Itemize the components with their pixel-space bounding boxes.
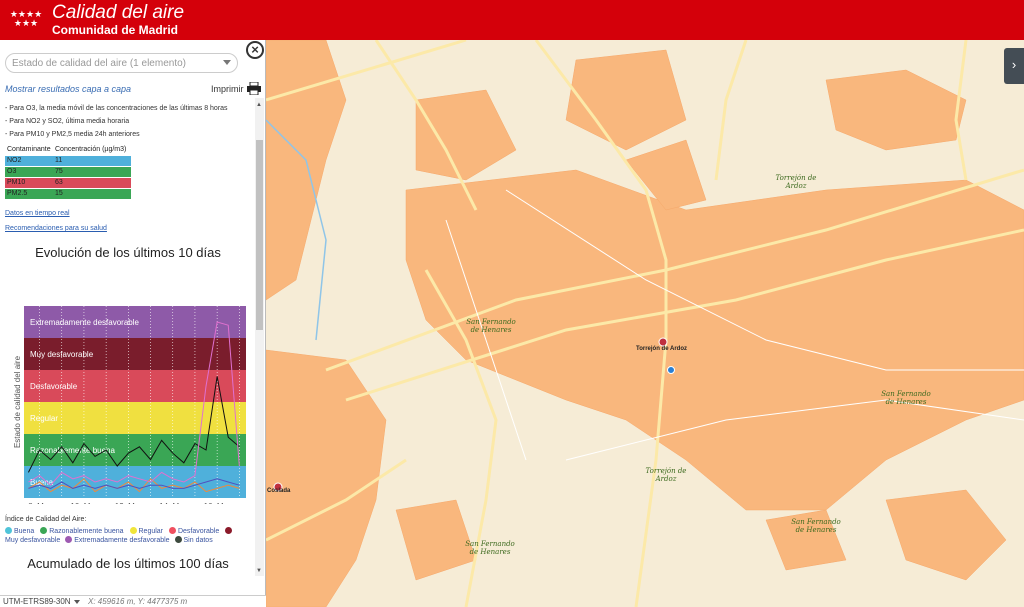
y-axis-label: Estado de calidad del aire bbox=[13, 355, 22, 448]
map-place-label: Torrejón de Ardoz bbox=[645, 467, 687, 483]
table-header: Contaminante Concentración (µg/m3) bbox=[5, 145, 131, 155]
aqi-band-label: Desfavorable bbox=[30, 382, 78, 391]
legend-dot-regular bbox=[129, 527, 137, 534]
aqi-band-label: Extremadamente desfavorable bbox=[30, 318, 140, 327]
legend-dot-razonable bbox=[40, 527, 48, 534]
x-tick-label: 8. Mar bbox=[28, 502, 51, 504]
close-panel-button[interactable]: × bbox=[246, 41, 264, 59]
panel-scroll-thumb[interactable] bbox=[256, 140, 263, 330]
expand-sidebar-button[interactable]: › bbox=[1004, 48, 1024, 84]
aqi-legend-row-2: Muy desfavorable Extremadamente desfavor… bbox=[5, 536, 213, 544]
legend-label: Muy desfavorable bbox=[5, 537, 61, 544]
x-tick-label: 12. Mar bbox=[115, 502, 142, 504]
legend-dot-muy bbox=[225, 527, 233, 534]
layer-select-value: Estado de calidad del aire (1 elemento) bbox=[12, 58, 186, 69]
aqi-band-label: Razonablemente buena bbox=[30, 446, 116, 455]
results-panel: × Estado de calidad del aire (1 elemento… bbox=[0, 40, 266, 595]
print-label[interactable]: Imprimir bbox=[211, 84, 244, 94]
station-label-coslada: Coslada bbox=[267, 488, 291, 494]
chevron-down-icon[interactable] bbox=[74, 600, 80, 604]
aqi-band bbox=[24, 466, 246, 498]
legend-dot-buena bbox=[5, 527, 12, 534]
table-row: PM10 63 bbox=[5, 178, 131, 188]
legend-label: Regular bbox=[138, 528, 164, 535]
notes-list: - Para O3, la media móvil de las concent… bbox=[5, 102, 228, 141]
pollutant-value: 11 bbox=[53, 156, 131, 166]
map-place-label: San Fernando de Henares bbox=[465, 540, 515, 556]
pollutant-value: 63 bbox=[53, 178, 131, 188]
legend-dot-desfavorable bbox=[168, 527, 176, 534]
note-pm: - Para PM10 y PM2,5 media 24h anteriores bbox=[5, 131, 140, 138]
table-row: PM2.5 15 bbox=[5, 189, 131, 199]
printer-icon[interactable] bbox=[247, 82, 261, 95]
pollutant-name: PM10 bbox=[5, 178, 53, 188]
projection-select[interactable]: UTM-ETRS89-30N bbox=[3, 597, 71, 606]
station-label-torrejon: Torrejón de Ardoz bbox=[636, 346, 687, 352]
app-header: ★★★★ ★★★ Calidad del aire Comunidad de Ma… bbox=[0, 0, 1024, 40]
x-tick-label: 10. Mar bbox=[70, 502, 97, 504]
legend-dot-extrema bbox=[65, 536, 73, 543]
table-row: O3 75 bbox=[5, 167, 131, 177]
col-header-concentration: Concentración (µg/m3) bbox=[55, 146, 127, 153]
note-no2: - Para NO2 y SO2, última media horaria bbox=[5, 118, 130, 125]
legend-label: Sin datos bbox=[183, 537, 213, 544]
scroll-up-arrow-icon[interactable]: ▲ bbox=[256, 102, 262, 108]
coordinates-bar: UTM-ETRS89-30N X: 459616 m, Y: 4477375 m bbox=[0, 595, 266, 607]
chevron-down-icon bbox=[223, 60, 231, 65]
map-view[interactable]: Torrejón de Ardoz Coslada Torrejón de Ar… bbox=[266, 40, 1024, 607]
app-title: Calidad del aire bbox=[52, 2, 185, 23]
legend-label: Extremadamente desfavorable bbox=[74, 537, 170, 544]
scroll-down-arrow-icon[interactable]: ▼ bbox=[256, 568, 262, 574]
pollutant-name: NO2 bbox=[5, 156, 53, 166]
evolution-chart: BuenaRazonablemente buenaRegularDesfavor… bbox=[13, 306, 246, 504]
station-marker-torrejon[interactable] bbox=[658, 337, 668, 347]
map-place-label: San Fernando de Henares bbox=[466, 318, 516, 334]
col-header-pollutant: Contaminante bbox=[7, 146, 51, 153]
legend-label: Desfavorable bbox=[177, 528, 220, 535]
pollutant-name: PM2.5 bbox=[5, 189, 53, 199]
map-place-label: San Fernando de Henares bbox=[881, 390, 931, 406]
aqi-legend-title: Índice de Calidad del Aire: bbox=[5, 516, 87, 523]
chart2-title: Acumulado de los últimos 100 días bbox=[27, 556, 229, 571]
map-place-label: Torrejón de Ardoz bbox=[775, 174, 817, 190]
pollutant-name: O3 bbox=[5, 167, 53, 177]
pollutant-table: Contaminante Concentración (µg/m3) NO2 1… bbox=[5, 145, 131, 200]
madrid-stars-logo: ★★★★ ★★★ bbox=[9, 9, 43, 28]
show-results-link[interactable]: Mostrar resultados capa a capa bbox=[5, 84, 131, 94]
legend-label: Buena bbox=[14, 528, 35, 535]
x-tick-label: 14. Mar bbox=[159, 502, 186, 504]
table-row: NO2 11 bbox=[5, 156, 131, 166]
legend-dot-sin-datos bbox=[174, 536, 182, 543]
current-location-marker[interactable] bbox=[667, 366, 675, 374]
x-tick-label: 16. Mar bbox=[204, 502, 231, 504]
pollutant-value: 15 bbox=[53, 189, 131, 199]
map-canvas[interactable] bbox=[266, 40, 1024, 607]
map-place-label: San Fernando de Henares bbox=[791, 518, 841, 534]
aqi-legend-row-1: Buena Razonablemente buena Regular Desfa… bbox=[5, 527, 234, 535]
app-subtitle: Comunidad de Madrid bbox=[52, 23, 178, 37]
layer-select-dropdown[interactable]: Estado de calidad del aire (1 elemento) bbox=[5, 53, 238, 73]
cursor-coordinates: X: 459616 m, Y: 4477375 m bbox=[88, 597, 188, 606]
realtime-data-link[interactable]: Datos en tiempo real bbox=[5, 210, 70, 217]
pollutant-value: 75 bbox=[53, 167, 131, 177]
aqi-band-label: Regular bbox=[30, 414, 58, 423]
chart-title: Evolución de los últimos 10 días bbox=[35, 245, 221, 260]
note-o3: - Para O3, la media móvil de las concent… bbox=[5, 105, 228, 112]
health-recommendations-link[interactable]: Recomendaciones para su salud bbox=[5, 225, 107, 232]
legend-label: Razonablemente buena bbox=[49, 528, 124, 535]
